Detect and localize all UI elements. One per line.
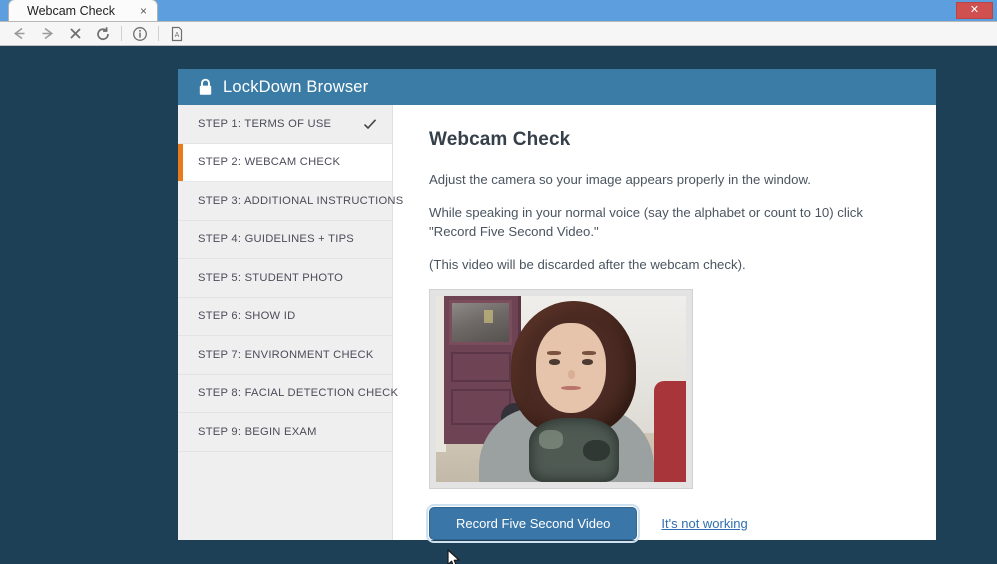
webcam-preview-frame — [429, 288, 693, 489]
step-label: STEP 3: ADDITIONAL INSTRUCTIONS — [198, 194, 404, 207]
sidebar-item-step-4[interactable]: STEP 4: GUIDELINES + TIPS — [178, 220, 392, 259]
app-header: LockDown Browser — [178, 69, 936, 105]
scene-red-chair — [653, 381, 686, 482]
toolbar-divider — [158, 26, 159, 41]
webcam-preview — [436, 295, 686, 482]
instruction-paragraph-1: Adjust the camera so your image appears … — [429, 172, 811, 187]
tab-close-icon[interactable]: × — [136, 5, 151, 17]
step-label: STEP 9: BEGIN EXAM — [198, 425, 317, 438]
page-title: Webcam Check — [429, 129, 571, 150]
sidebar-item-step-2[interactable]: STEP 2: WEBCAM CHECK — [178, 143, 392, 182]
person-scarf — [528, 418, 619, 482]
person-face — [536, 323, 606, 413]
lock-icon — [198, 78, 213, 96]
sidebar-item-step-6[interactable]: STEP 6: SHOW ID — [178, 297, 392, 336]
step-label: STEP 8: FACIAL DETECTION CHECK — [198, 387, 399, 400]
scene-door-panel — [450, 352, 511, 382]
info-icon[interactable] — [127, 23, 153, 45]
app-title: LockDown Browser — [223, 77, 369, 96]
reload-icon[interactable] — [90, 23, 116, 45]
record-five-second-video-button[interactable]: Record Five Second Video — [425, 503, 641, 543]
page-background: LockDown Browser STEP 1: TERMS OF USE ST… — [0, 46, 997, 564]
forward-icon[interactable] — [34, 23, 60, 45]
step-label: STEP 2: WEBCAM CHECK — [198, 156, 341, 169]
sidebar-item-step-1[interactable]: STEP 1: TERMS OF USE — [178, 105, 392, 144]
person-mouth — [561, 385, 581, 391]
person-eye-right — [582, 359, 593, 365]
sidebar-item-step-5[interactable]: STEP 5: STUDENT PHOTO — [178, 259, 392, 298]
instruction-paragraph-2: While speaking in your normal voice (say… — [429, 205, 863, 240]
step-label: STEP 7: ENVIRONMENT CHECK — [198, 348, 374, 361]
step-label: STEP 6: SHOW ID — [198, 310, 296, 323]
steps-sidebar: STEP 1: TERMS OF USE STEP 2: WEBCAM CHEC… — [178, 105, 403, 540]
browser-tabstrip: Webcam Check × ✕ — [0, 0, 997, 22]
check-icon — [362, 116, 378, 132]
document-icon[interactable]: A — [164, 23, 190, 45]
scene-door-window — [449, 300, 513, 345]
step-label: STEP 5: STUDENT PHOTO — [198, 271, 344, 284]
back-icon[interactable] — [6, 23, 32, 45]
instruction-paragraph-3: (This video will be discarded after the … — [429, 257, 746, 273]
person-eye-left — [549, 359, 560, 365]
action-row: Record Five Second Video It's not workin… — [425, 503, 906, 543]
sidebar-item-step-9[interactable]: STEP 9: BEGIN EXAM — [178, 413, 392, 452]
sidebar-item-step-3[interactable]: STEP 3: ADDITIONAL INSTRUCTIONS — [178, 182, 403, 221]
person-eyebrow-right — [581, 351, 596, 355]
tab-title: Webcam Check — [27, 3, 115, 18]
stop-icon[interactable] — [62, 23, 88, 45]
person-eyebrow-left — [546, 351, 561, 355]
browser-toolbar: A — [0, 22, 997, 46]
mouse-cursor — [447, 549, 461, 564]
browser-tab[interactable]: Webcam Check × — [8, 0, 158, 21]
toolbar-divider — [121, 26, 122, 41]
sidebar-item-step-8[interactable]: STEP 8: FACIAL DETECTION CHECK — [178, 374, 398, 413]
step-label: STEP 4: GUIDELINES + TIPS — [198, 233, 354, 246]
sidebar-item-step-7[interactable]: STEP 7: ENVIRONMENT CHECK — [178, 336, 392, 375]
main-content: Webcam Check Adjust the camera so your i… — [393, 105, 936, 543]
card-body: STEP 1: TERMS OF USE STEP 2: WEBCAM CHEC… — [178, 105, 936, 543]
step-label: STEP 1: TERMS OF USE — [198, 117, 332, 130]
person-nose — [567, 369, 576, 379]
its-not-working-link[interactable]: It's not working — [661, 516, 747, 531]
svg-text:A: A — [175, 32, 180, 39]
window-close-button[interactable]: ✕ — [956, 2, 993, 19]
lockdown-card: LockDown Browser STEP 1: TERMS OF USE ST… — [178, 69, 936, 543]
